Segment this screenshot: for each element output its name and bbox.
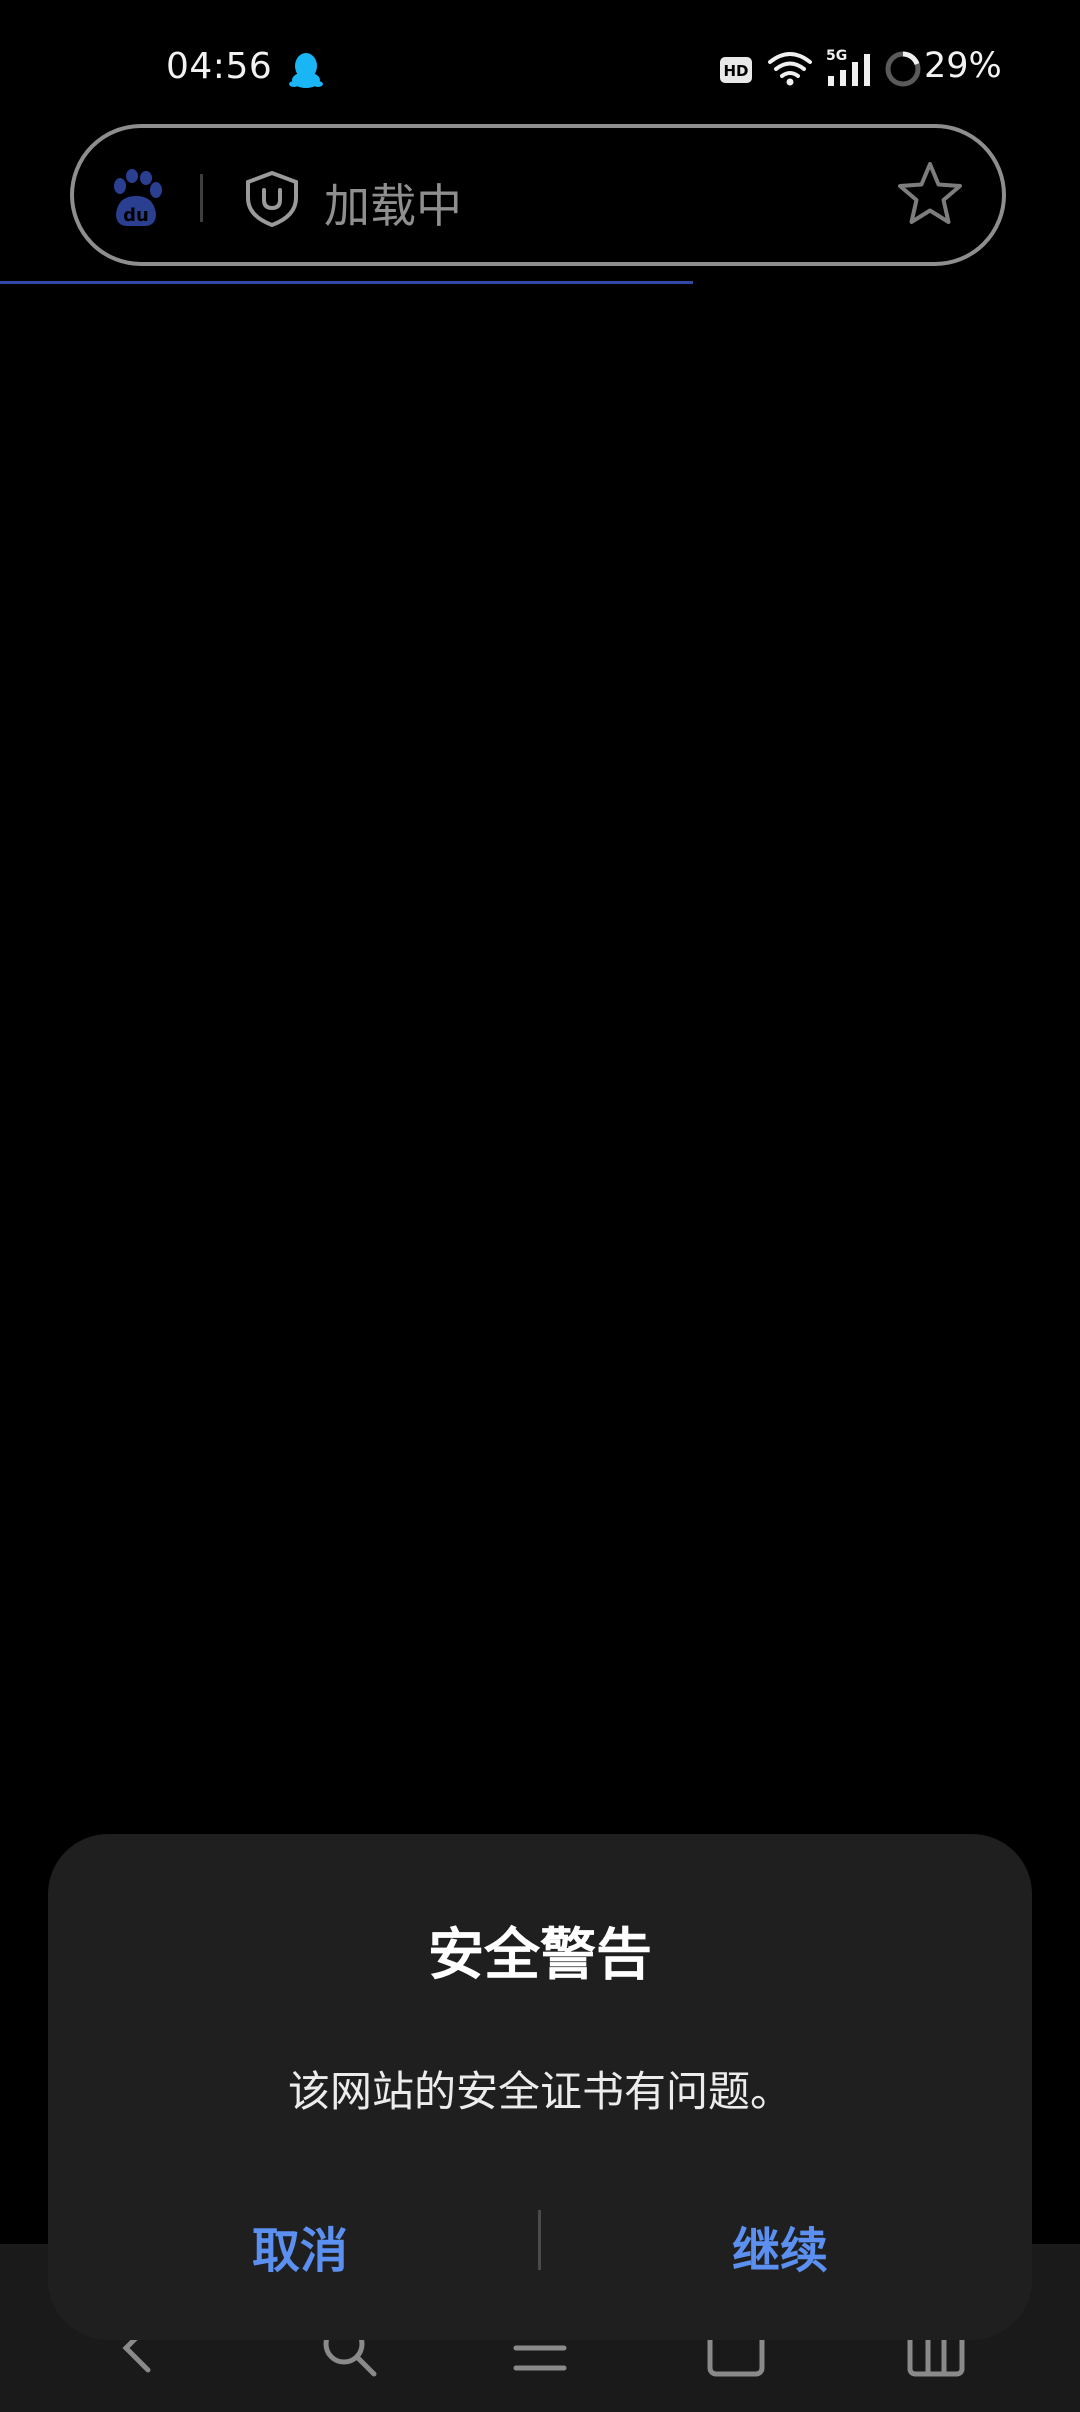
baidu-logo-icon[interactable]: du <box>108 168 164 228</box>
page-load-progress <box>0 281 693 284</box>
address-divider <box>200 174 203 222</box>
hd-icon: HD <box>720 57 752 83</box>
battery-icon <box>885 51 921 87</box>
address-text[interactable]: 加载中 <box>324 170 462 236</box>
address-bar[interactable]: du 加载中 <box>70 124 1006 266</box>
shield-icon[interactable] <box>244 170 300 228</box>
svg-text:5G: 5G <box>826 48 847 64</box>
svg-text:HD: HD <box>723 62 748 80</box>
battery-percent: 29% <box>924 46 1002 86</box>
status-time: 04:56 <box>166 46 273 87</box>
security-warning-dialog: 安全警告 该网站的安全证书有问题。 取消 继续 <box>48 1834 1032 2340</box>
wifi-icon <box>768 52 812 86</box>
dialog-title: 安全警告 <box>428 1923 652 1988</box>
svg-text:du: du <box>123 205 149 226</box>
star-icon[interactable] <box>894 158 966 230</box>
cellular-5g-icon: 5G <box>826 48 870 86</box>
cancel-button[interactable]: 取消 <box>80 2196 520 2306</box>
qq-icon <box>289 53 323 88</box>
continue-button[interactable]: 继续 <box>560 2196 1000 2306</box>
status-bar: 04:56 HD 5G 29% <box>0 0 1080 120</box>
dialog-message: 该网站的安全证书有问题。 <box>287 2067 792 2116</box>
dialog-button-divider <box>538 2210 541 2270</box>
